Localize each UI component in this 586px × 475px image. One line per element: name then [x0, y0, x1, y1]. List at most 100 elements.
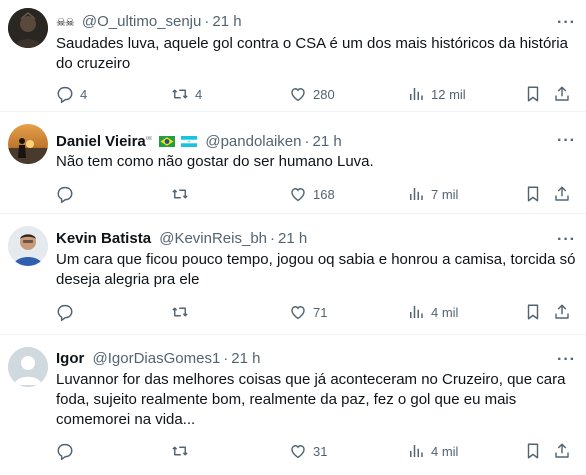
tweet-text: Saudades luva, aquele gol contra o CSA é… — [56, 35, 568, 72]
reply-button[interactable]: 4 — [56, 84, 87, 104]
name-suffix: ᶜᵉᶜ — [145, 136, 153, 143]
author-handle[interactable]: @O_ultimo_senju — [82, 13, 201, 30]
tweet-actions: 31 4 mil — [56, 441, 576, 461]
views-icon — [410, 306, 423, 318]
views-count: 12 mil — [431, 86, 466, 102]
author-name[interactable]: Daniel Vieira — [56, 133, 146, 150]
avatar-daniel-vieira[interactable] — [8, 124, 48, 164]
retweet-icon — [172, 189, 188, 199]
share-icon — [555, 304, 569, 319]
brazil-flag-icon — [159, 134, 176, 147]
author-name[interactable]: Igor — [56, 350, 84, 367]
tweet-actions: 168 7 mil — [56, 184, 576, 204]
avatar-igor[interactable] — [8, 347, 48, 387]
like-icon — [291, 188, 305, 202]
separator-dot: · — [223, 350, 229, 367]
like-count: 31 — [313, 443, 328, 459]
tweet-actions: 71 4 mil — [56, 302, 576, 322]
author-handle[interactable]: @IgorDiasGomes1 — [93, 350, 221, 367]
more-icon[interactable]: ··· — [557, 232, 576, 248]
retweet-button[interactable] — [171, 302, 195, 322]
retweet-button[interactable]: 4 — [171, 84, 202, 104]
tweet-time[interactable]: 21 h — [313, 133, 342, 150]
reply-count: 4 — [80, 86, 88, 102]
bookmark-button[interactable] — [524, 84, 542, 104]
reply-icon — [57, 304, 73, 321]
views-count: 4 mil — [431, 304, 459, 320]
tweet-header: Kevin Batista @KevinReis_bh · 21 h — [56, 230, 307, 248]
tweet-4[interactable]: Igor @IgorDiasGomes1 · 21 h ··· Luvannor f… — [0, 335, 586, 475]
retweet-icon — [172, 89, 188, 99]
bookmark-button[interactable] — [524, 184, 542, 204]
tweet-actions: 4 4 280 12 mil — [56, 84, 576, 104]
separator-dot: · — [304, 133, 310, 150]
share-button[interactable] — [553, 184, 571, 204]
reply-icon — [57, 186, 73, 203]
tweet-time[interactable]: 21 h — [212, 13, 241, 30]
like-button[interactable]: 31 — [289, 441, 327, 461]
reply-icon — [57, 86, 73, 103]
views-button[interactable]: 12 mil — [407, 84, 466, 104]
tweet-text: Não tem como não gostar do ser humano Lu… — [56, 153, 374, 170]
views-count: 7 mil — [431, 186, 459, 202]
honduras-flag-icon — [181, 134, 198, 147]
more-icon[interactable]: ··· — [557, 15, 576, 31]
views-count: 4 mil — [431, 443, 459, 459]
tweet-time[interactable]: 21 h — [278, 230, 307, 247]
retweet-count: 4 — [195, 86, 203, 102]
like-icon — [291, 445, 305, 459]
retweet-icon — [172, 307, 188, 317]
more-icon[interactable]: ··· — [557, 133, 576, 149]
like-icon — [291, 306, 305, 320]
retweet-button[interactable] — [171, 184, 195, 204]
tweet-header: Daniel Vieiraᶜᵉᶜ @pandolaiken · 21 h — [56, 131, 342, 151]
reply-button[interactable] — [56, 184, 80, 204]
bookmark-button[interactable] — [524, 302, 542, 322]
bookmark-icon — [527, 86, 539, 102]
views-button[interactable]: 4 mil — [407, 302, 458, 322]
tweet-time[interactable]: 21 h — [231, 350, 260, 367]
views-icon — [410, 88, 423, 100]
like-button[interactable]: 168 — [289, 184, 335, 204]
author-name-prefix[interactable]: ☠☠ — [56, 17, 75, 29]
reply-button[interactable] — [56, 302, 80, 322]
retweet-icon — [172, 446, 188, 456]
share-icon — [555, 186, 569, 201]
bookmark-icon — [527, 186, 539, 202]
like-button[interactable]: 280 — [289, 84, 335, 104]
share-icon — [555, 86, 569, 101]
bookmark-icon — [527, 304, 539, 320]
reply-button[interactable] — [56, 441, 80, 461]
views-icon — [410, 188, 423, 200]
like-count: 168 — [313, 186, 335, 202]
share-button[interactable] — [553, 84, 571, 104]
tweet-1[interactable]: ☠☠ @O_ultimo_senju · 21 h ··· Saudades luv… — [0, 0, 586, 111]
author-handle[interactable]: @KevinReis_bh — [159, 230, 267, 247]
views-button[interactable]: 4 mil — [407, 441, 458, 461]
separator-dot: · — [270, 230, 276, 247]
views-button[interactable]: 7 mil — [407, 184, 458, 204]
bookmark-icon — [527, 443, 539, 459]
separator-dot: · — [204, 13, 210, 30]
avatar-kevin-batista[interactable] — [8, 226, 48, 266]
like-button[interactable]: 71 — [289, 302, 327, 322]
views-icon — [410, 445, 423, 457]
like-icon — [291, 88, 305, 102]
tweet-3[interactable]: Kevin Batista @KevinReis_bh · 21 h ··· Um … — [0, 214, 586, 334]
tweet-header: ☠☠ @O_ultimo_senju · 21 h — [56, 13, 242, 32]
share-button[interactable] — [553, 302, 571, 322]
share-button[interactable] — [553, 441, 571, 461]
tweet-header: Igor @IgorDiasGomes1 · 21 h — [56, 350, 261, 368]
tweet-2[interactable]: Daniel Vieiraᶜᵉᶜ @pandolaiken · 21 h ··· N… — [0, 112, 586, 213]
author-handle[interactable]: @pandolaiken — [205, 133, 301, 150]
avatar-o-ultimo-senju[interactable] — [8, 8, 48, 48]
tweet-text: Um cara que ficou pouco tempo, jogou oq … — [56, 251, 576, 288]
retweet-button[interactable] — [171, 441, 195, 461]
bookmark-button[interactable] — [524, 441, 542, 461]
reply-icon — [57, 443, 73, 460]
share-icon — [555, 443, 569, 458]
more-icon[interactable]: ··· — [557, 352, 576, 368]
tweet-text: Luvannor for das melhores coisas que já … — [56, 371, 566, 428]
like-count: 71 — [313, 304, 328, 320]
author-name[interactable]: Kevin Batista — [56, 230, 151, 247]
